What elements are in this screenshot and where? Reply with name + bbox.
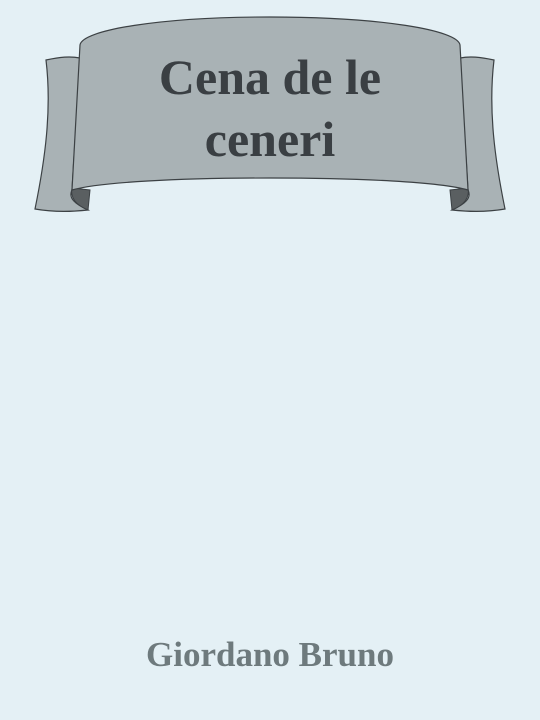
title-line-1: Cena de le [158, 49, 382, 105]
title-line-2: ceneri [204, 111, 336, 167]
book-cover: Cena de le ceneri Giordano Bruno [0, 0, 540, 720]
author-name: Giordano Bruno [146, 635, 394, 674]
book-title: Cena de le ceneri [90, 46, 450, 170]
